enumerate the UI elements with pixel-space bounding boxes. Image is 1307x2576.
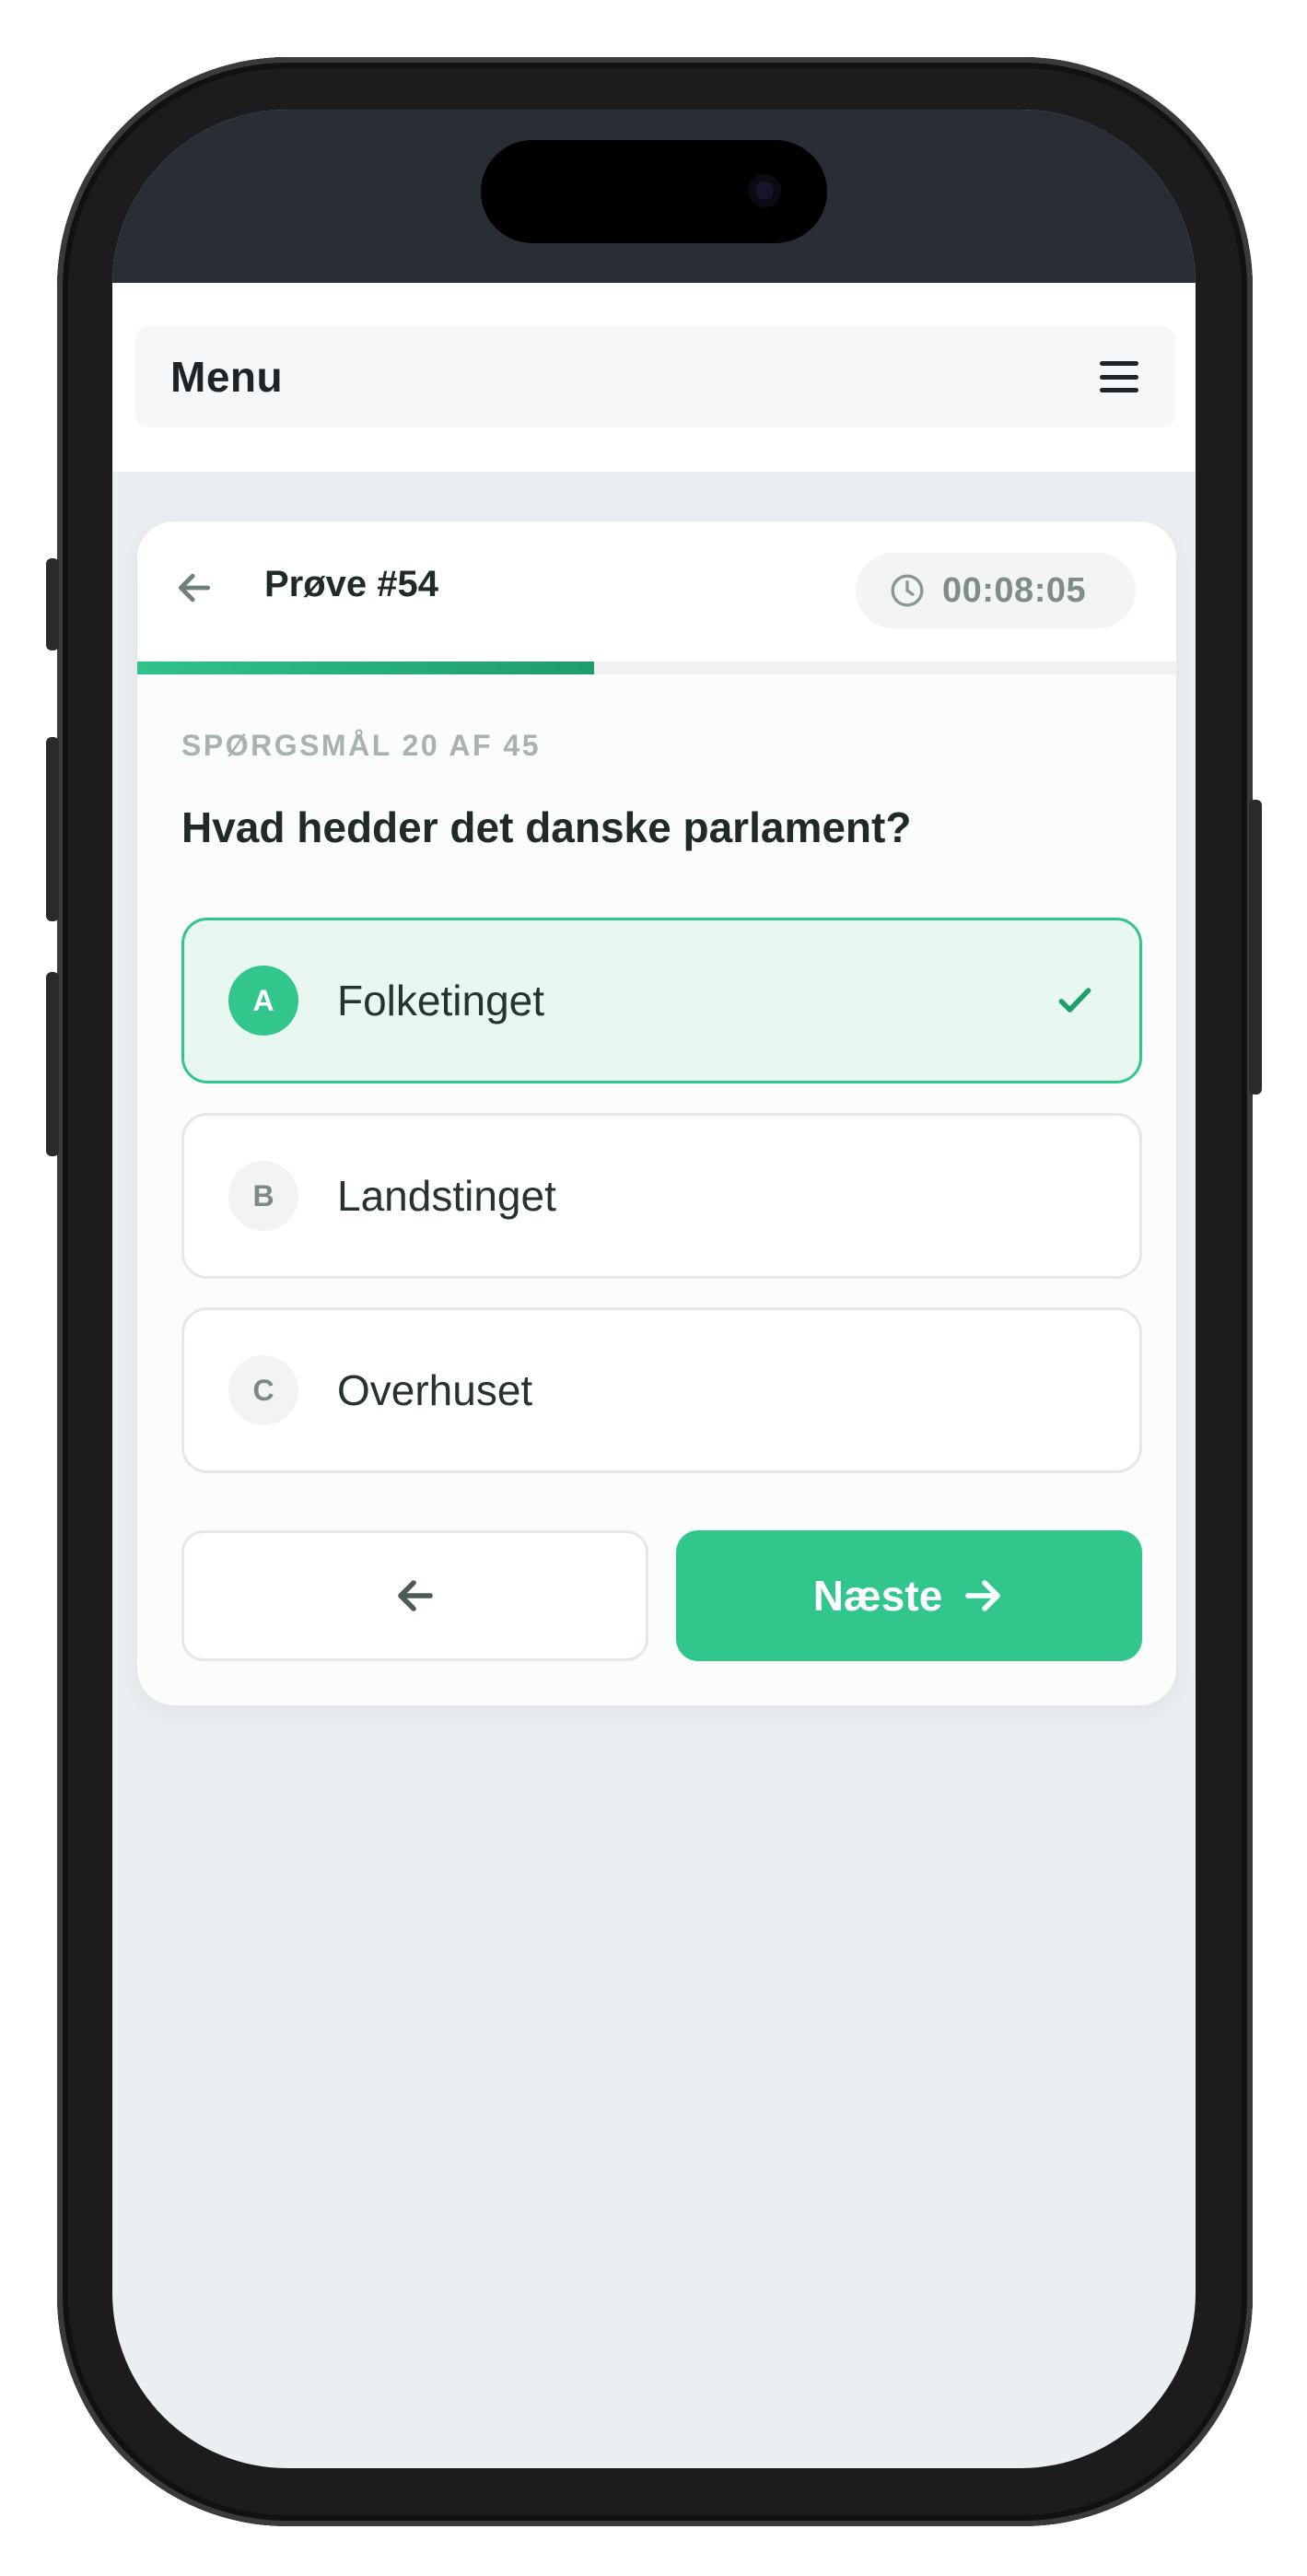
option-c[interactable]: C Overhuset (181, 1307, 1142, 1473)
quiz-title: Prøve #54 (264, 564, 439, 604)
app-header: Menu (112, 283, 1196, 472)
option-label: Overhuset (337, 1366, 533, 1414)
action-button (46, 558, 59, 650)
quiz-card: Prøve #54 00:08:05 SPØRGSMÅL 20 AF 45 Hv… (137, 521, 1176, 1705)
timer-badge: 00:08:05 (856, 553, 1136, 628)
arrow-left-icon (397, 1580, 433, 1611)
question-counter: SPØRGSMÅL 20 AF 45 (181, 729, 541, 762)
next-button[interactable]: Næste (676, 1530, 1142, 1661)
clock-icon (891, 574, 924, 607)
menu-title: Menu (170, 353, 284, 401)
option-letter: A (228, 966, 298, 1036)
phone-screen: Menu Prøve #54 00:08:05 SPØRGSMÅL 20 AF … (112, 110, 1196, 2468)
option-a[interactable]: A Folketinget (181, 918, 1142, 1083)
option-label: Landstinget (337, 1172, 556, 1220)
timer-text: 00:08:05 (942, 570, 1087, 610)
next-button-label: Næste (812, 1572, 943, 1620)
progress-fill (137, 662, 595, 674)
previous-button[interactable] (181, 1530, 648, 1661)
status-bar (112, 110, 1196, 283)
option-letter: B (228, 1161, 298, 1231)
progress-bar (137, 662, 1176, 674)
question-text: Hvad hedder det danske parlament? (181, 803, 912, 851)
volume-down-button (46, 972, 59, 1156)
quiz-header: Prøve #54 00:08:05 (137, 521, 1176, 662)
option-letter: C (228, 1355, 298, 1425)
power-button (1249, 800, 1262, 1095)
hamburger-icon[interactable] (1100, 361, 1138, 392)
check-icon (1058, 988, 1091, 1013)
option-label: Folketinget (337, 977, 545, 1025)
volume-up-button (46, 737, 59, 921)
arrow-right-icon (965, 1580, 1001, 1611)
menu-bar[interactable]: Menu (135, 326, 1175, 427)
arrow-left-icon[interactable] (174, 568, 215, 608)
camera-icon (748, 174, 781, 207)
option-b[interactable]: B Landstinget (181, 1113, 1142, 1279)
